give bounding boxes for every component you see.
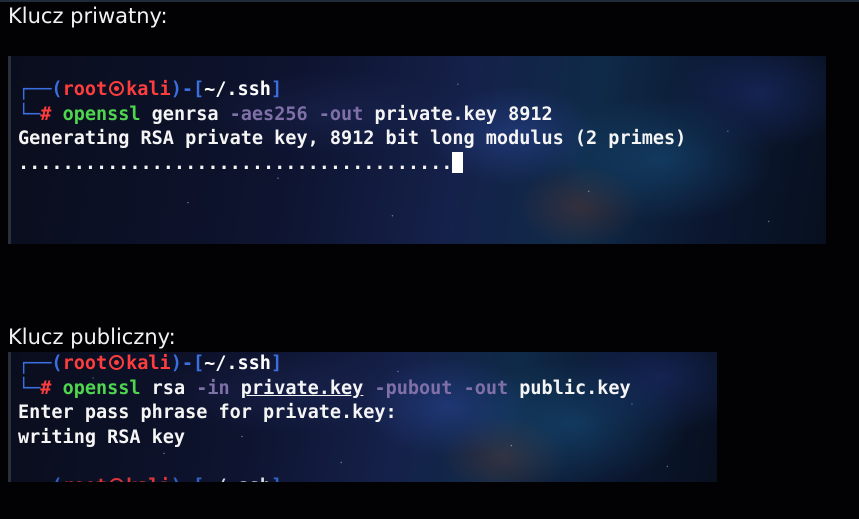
prompt-path: ~/.ssh — [204, 476, 271, 483]
prompt-path: ~/.ssh — [204, 353, 271, 374]
prompt-corner: └─ — [18, 377, 41, 399]
output-line: Enter pass phrase for private.key: — [18, 402, 397, 423]
terminal-content: ┌──(root kali)-[~/.ssh] └─# openssl genrs… — [8, 56, 826, 176]
command-argument: public.key — [519, 377, 631, 399]
prompt-line-partial: ┌──(root kali)-[~/.ssh] — [18, 476, 282, 483]
command-flag: -aes256 — [229, 103, 308, 125]
progress-dots: ....................................... — [18, 152, 453, 174]
private-key-heading: Klucz priwatny: — [8, 4, 168, 28]
command-line: └─# openssl rsa -in private.key -pubout … — [18, 378, 631, 399]
command-argument: private.key — [240, 377, 364, 399]
public-key-heading: Klucz publiczny: — [8, 325, 176, 349]
prompt-frame: ┌──( — [18, 476, 63, 483]
terminal-public-key: ┌──(root kali)-[~/.ssh] └─# openssl rsa -… — [8, 352, 717, 482]
command-argument: 8912 — [508, 103, 553, 125]
prompt-user: root — [62, 353, 108, 374]
command-flag: -out — [318, 103, 364, 125]
prompt-frame: ] — [270, 79, 283, 100]
command-subcommand: genrsa — [151, 103, 219, 125]
command-program: openssl — [62, 377, 141, 399]
prompt-line: ┌──(root kali)-[~/.ssh] — [18, 79, 282, 100]
terminal-content: ┌──(root kali)-[~/.ssh] └─# openssl rsa -… — [8, 352, 717, 482]
prompt-user: root — [63, 476, 108, 483]
command-flag: -in — [196, 377, 230, 399]
terminal-cursor — [452, 151, 464, 173]
progress-line: ....................................... — [18, 151, 464, 174]
prompt-hash: # — [40, 103, 52, 125]
prompt-host: kali — [126, 79, 171, 100]
prompt-frame: )-[ — [170, 353, 205, 374]
prompt-frame: ] — [271, 476, 282, 483]
prompt-corner: └─ — [18, 103, 41, 125]
command-argument: private.key — [374, 103, 497, 125]
output-line: Generating RSA private key, 8912 bit lon… — [18, 128, 687, 149]
prompt-user: root — [62, 79, 108, 100]
kali-skull-icon — [109, 81, 125, 96]
prompt-frame: ] — [270, 353, 283, 374]
output-line: writing RSA key — [18, 426, 186, 448]
command-subcommand: rsa — [151, 377, 186, 399]
prompt-frame: ┌──( — [18, 79, 63, 100]
kali-skull-icon — [109, 355, 125, 370]
prompt-path: ~/.ssh — [204, 79, 271, 100]
prompt-line: ┌──(root kali)-[~/.ssh] — [18, 353, 282, 374]
command-flag: -out — [463, 377, 509, 399]
top-divider — [0, 0, 859, 2]
prompt-hash: # — [40, 377, 52, 399]
command-program: openssl — [62, 103, 141, 125]
command-line: └─# openssl genrsa -aes256 -out private.… — [18, 104, 553, 125]
prompt-frame: ┌──( — [18, 353, 63, 374]
prompt-frame: )-[ — [170, 79, 205, 100]
prompt-host: kali — [126, 476, 171, 483]
prompt-host: kali — [126, 353, 171, 374]
terminal-private-key: ┌──(root kali)-[~/.ssh] └─# openssl genrs… — [8, 56, 826, 244]
command-flag: -pubout — [374, 377, 453, 399]
kali-skull-icon — [109, 477, 125, 482]
prompt-frame: )-[ — [171, 476, 204, 483]
